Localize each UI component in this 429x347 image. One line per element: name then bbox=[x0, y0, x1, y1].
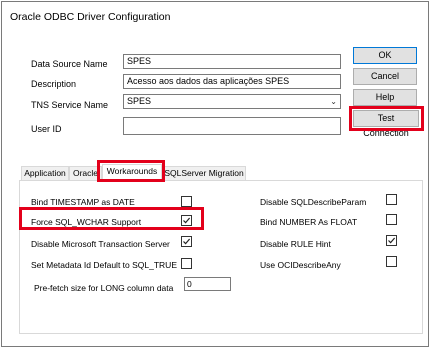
checkmark-icon bbox=[388, 237, 396, 244]
tns-service-name-value: SPES bbox=[127, 96, 152, 106]
force-sql-wchar-checkbox[interactable] bbox=[181, 215, 192, 226]
data-source-name-label: Data Source Name bbox=[31, 59, 108, 69]
metadata-id-label: Set Metadata Id Default to SQL_TRUE bbox=[31, 260, 177, 270]
disable-mts-checkbox[interactable] bbox=[181, 236, 192, 247]
disable-sqldescribeparam-checkbox[interactable] bbox=[386, 194, 397, 205]
use-ocidescribeany-checkbox[interactable] bbox=[386, 256, 397, 267]
help-button[interactable]: Help bbox=[353, 89, 417, 106]
tns-service-name-combo[interactable]: SPES ⌄ bbox=[123, 94, 341, 109]
force-sql-wchar-label: Force SQL_WCHAR Support bbox=[31, 217, 142, 227]
user-id-label: User ID bbox=[31, 124, 62, 134]
disable-sqldescribeparam-label: Disable SQLDescribeParam bbox=[260, 197, 367, 207]
use-ocidescribeany-label: Use OCIDescribeAny bbox=[260, 260, 341, 270]
ok-button[interactable]: OK bbox=[353, 47, 417, 64]
test-connection-button[interactable]: Test Connection bbox=[353, 110, 419, 138]
tns-service-name-label: TNS Service Name bbox=[31, 100, 109, 110]
bind-number-float-label: Bind NUMBER As FLOAT bbox=[260, 217, 358, 227]
tab-sqlserver-migration[interactable]: SQLServer Migration bbox=[162, 166, 246, 180]
disable-mts-label: Disable Microsoft Transaction Server bbox=[31, 239, 170, 249]
prefetch-input[interactable]: 0 bbox=[184, 277, 231, 291]
bind-timestamp-label: Bind TIMESTAMP as DATE bbox=[31, 197, 135, 207]
checkmark-icon bbox=[183, 238, 191, 245]
tab-workarounds[interactable]: Workarounds bbox=[102, 164, 162, 180]
dialog-title: Oracle ODBC Driver Configuration bbox=[10, 11, 171, 23]
disable-rule-hint-checkbox[interactable] bbox=[386, 235, 397, 246]
bind-timestamp-checkbox[interactable] bbox=[181, 196, 192, 207]
data-source-name-input[interactable]: SPES bbox=[123, 54, 341, 69]
metadata-id-checkbox[interactable] bbox=[181, 258, 192, 269]
checkmark-icon bbox=[183, 217, 191, 224]
disable-rule-hint-label: Disable RULE Hint bbox=[260, 239, 331, 249]
tab-application[interactable]: Application bbox=[21, 166, 69, 180]
bind-number-float-checkbox[interactable] bbox=[386, 214, 397, 225]
description-label: Description bbox=[31, 79, 77, 89]
prefetch-label: Pre-fetch size for LONG column data bbox=[34, 283, 174, 293]
cancel-button[interactable]: Cancel bbox=[353, 68, 417, 85]
user-id-input[interactable] bbox=[123, 117, 341, 135]
tab-oracle[interactable]: Oracle bbox=[69, 166, 102, 180]
description-input[interactable]: Acesso aos dados das aplicações SPES bbox=[123, 74, 341, 89]
chevron-down-icon[interactable]: ⌄ bbox=[330, 95, 337, 108]
